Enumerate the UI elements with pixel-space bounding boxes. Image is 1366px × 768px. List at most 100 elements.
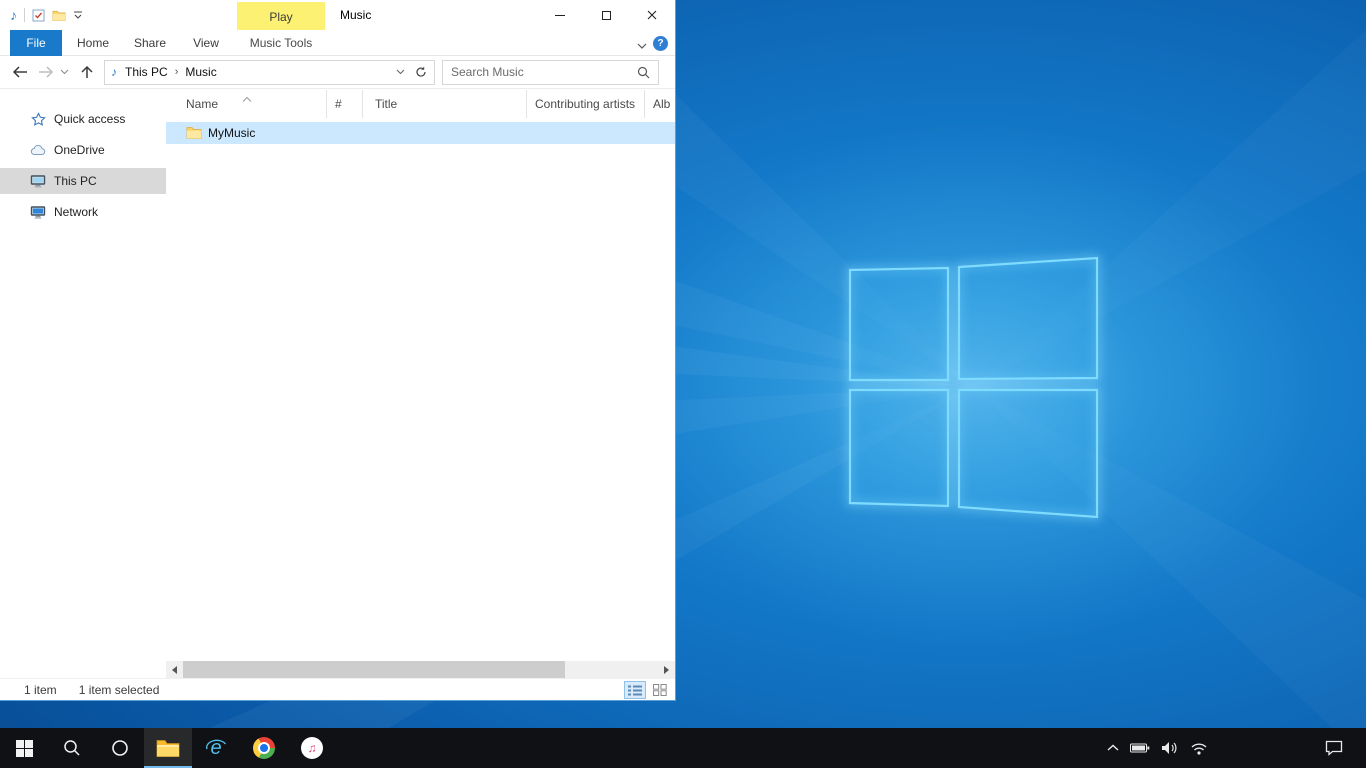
triangle-left-icon xyxy=(172,666,177,674)
explorer-body: Quick access OneDrive This PC Network xyxy=(0,90,675,678)
file-list-pane: Name # Title Contributing artists Alb My… xyxy=(166,90,675,678)
taskbar-search-button[interactable] xyxy=(48,728,96,768)
start-button[interactable] xyxy=(0,728,48,768)
properties-icon[interactable] xyxy=(32,9,45,22)
sidebar-item-label: OneDrive xyxy=(54,143,105,157)
list-item-mymusic[interactable]: MyMusic xyxy=(166,122,675,144)
item-count: 1 item xyxy=(24,683,57,697)
windows-logo-icon xyxy=(16,740,33,757)
show-hidden-icons-button[interactable] xyxy=(1107,728,1119,768)
action-center-button[interactable] xyxy=(1314,728,1354,768)
taskbar-chrome-button[interactable] xyxy=(240,728,288,768)
tab-play-contextual[interactable]: Play xyxy=(237,2,325,31)
column-header-name[interactable]: Name xyxy=(166,90,327,118)
minimize-icon xyxy=(555,15,565,16)
breadcrumb-this-pc[interactable]: This PC xyxy=(125,65,168,79)
help-button[interactable]: ? xyxy=(653,36,668,51)
address-dropdown-button[interactable] xyxy=(396,69,405,75)
scrollbar-track[interactable] xyxy=(183,661,658,678)
sidebar-item-label: Network xyxy=(54,205,98,219)
tab-share[interactable]: Share xyxy=(124,30,176,56)
triangle-right-icon xyxy=(664,666,669,674)
sidebar-item-quick-access[interactable]: Quick access xyxy=(0,106,166,132)
star-icon xyxy=(30,111,46,127)
tab-home[interactable]: Home xyxy=(70,30,116,56)
horizontal-scrollbar[interactable] xyxy=(166,661,675,678)
new-folder-icon[interactable] xyxy=(52,9,66,22)
collapse-ribbon-button[interactable] xyxy=(637,39,647,53)
close-icon xyxy=(647,10,657,20)
search-input[interactable] xyxy=(443,65,637,79)
itunes-icon: ♫ xyxy=(301,737,323,759)
arrow-up-icon xyxy=(80,65,94,79)
chevron-down-icon xyxy=(637,43,647,50)
arrow-right-icon xyxy=(38,65,54,79)
search-icon[interactable] xyxy=(637,66,650,79)
forward-button[interactable] xyxy=(38,65,54,79)
search-icon xyxy=(63,739,81,757)
breadcrumb-music[interactable]: Music xyxy=(185,65,216,79)
sidebar-item-onedrive[interactable]: OneDrive xyxy=(0,137,166,163)
window-controls xyxy=(537,0,675,30)
selection-count: 1 item selected xyxy=(79,683,160,697)
taskbar-file-explorer-button[interactable] xyxy=(144,728,192,768)
chevron-down-icon xyxy=(396,69,405,75)
chevron-right-icon[interactable]: › xyxy=(175,66,179,78)
view-toggles xyxy=(624,681,671,699)
computer-icon xyxy=(30,173,46,189)
file-explorer-window: ♪ Play Music File Home Share View xyxy=(0,0,676,701)
chevron-down-icon xyxy=(60,69,69,75)
title-bar: ♪ Play Music xyxy=(0,0,675,30)
column-header-title[interactable]: Title xyxy=(363,90,527,118)
sidebar-item-this-pc[interactable]: This PC xyxy=(0,168,166,194)
tab-group-music-tools[interactable]: Music Tools xyxy=(238,30,324,56)
up-button[interactable] xyxy=(80,65,94,79)
close-button[interactable] xyxy=(629,0,675,30)
scrollbar-thumb[interactable] xyxy=(183,661,565,678)
quick-access-toolbar: ♪ xyxy=(10,0,83,30)
sidebar-item-label: Quick access xyxy=(54,112,125,126)
cortana-button[interactable] xyxy=(96,728,144,768)
refresh-button[interactable] xyxy=(415,66,427,78)
navigation-bar: ♪ This PC › Music xyxy=(0,56,675,89)
chrome-icon xyxy=(253,737,275,759)
details-view-button[interactable] xyxy=(624,681,646,699)
music-note-icon: ♪ xyxy=(10,8,17,22)
volume-button[interactable] xyxy=(1161,728,1179,768)
taskbar-internet-explorer-button[interactable]: e xyxy=(192,728,240,768)
scroll-left-button[interactable] xyxy=(166,661,183,678)
minimize-button[interactable] xyxy=(537,0,583,30)
large-icons-view-button[interactable] xyxy=(649,681,671,699)
column-header-contributing-artists[interactable]: Contributing artists xyxy=(527,90,645,118)
battery-status-button[interactable] xyxy=(1130,728,1150,768)
customize-qat-icon[interactable] xyxy=(73,10,83,20)
arrow-left-icon xyxy=(12,65,28,79)
file-explorer-icon xyxy=(156,738,180,758)
tab-view[interactable]: View xyxy=(182,30,230,56)
volume-icon xyxy=(1161,741,1179,755)
large-icons-view-icon xyxy=(653,684,667,696)
status-bar: 1 item 1 item selected xyxy=(0,678,675,700)
list-item-label: MyMusic xyxy=(208,126,255,140)
sidebar-item-network[interactable]: Network xyxy=(0,199,166,225)
column-header-album[interactable]: Alb xyxy=(645,90,725,118)
network-status-button[interactable] xyxy=(1190,728,1208,768)
address-bar[interactable]: ♪ This PC › Music xyxy=(104,60,435,85)
folder-icon xyxy=(186,125,202,141)
cloud-icon xyxy=(30,142,46,158)
search-box[interactable] xyxy=(442,60,659,85)
back-button[interactable] xyxy=(12,65,28,79)
recent-locations-button[interactable] xyxy=(60,69,69,75)
maximize-icon xyxy=(602,11,611,20)
scroll-right-button[interactable] xyxy=(658,661,675,678)
chevron-up-icon xyxy=(1107,744,1119,752)
column-header-number[interactable]: # xyxy=(327,90,363,118)
sidebar-item-label: This PC xyxy=(54,174,97,188)
tab-file[interactable]: File xyxy=(10,30,62,56)
cortana-circle-icon xyxy=(111,739,129,757)
system-tray xyxy=(1107,728,1208,768)
taskbar-itunes-button[interactable]: ♫ xyxy=(288,728,336,768)
refresh-icon xyxy=(415,66,427,78)
column-headers: Name # Title Contributing artists Alb xyxy=(166,90,675,118)
maximize-button[interactable] xyxy=(583,0,629,30)
